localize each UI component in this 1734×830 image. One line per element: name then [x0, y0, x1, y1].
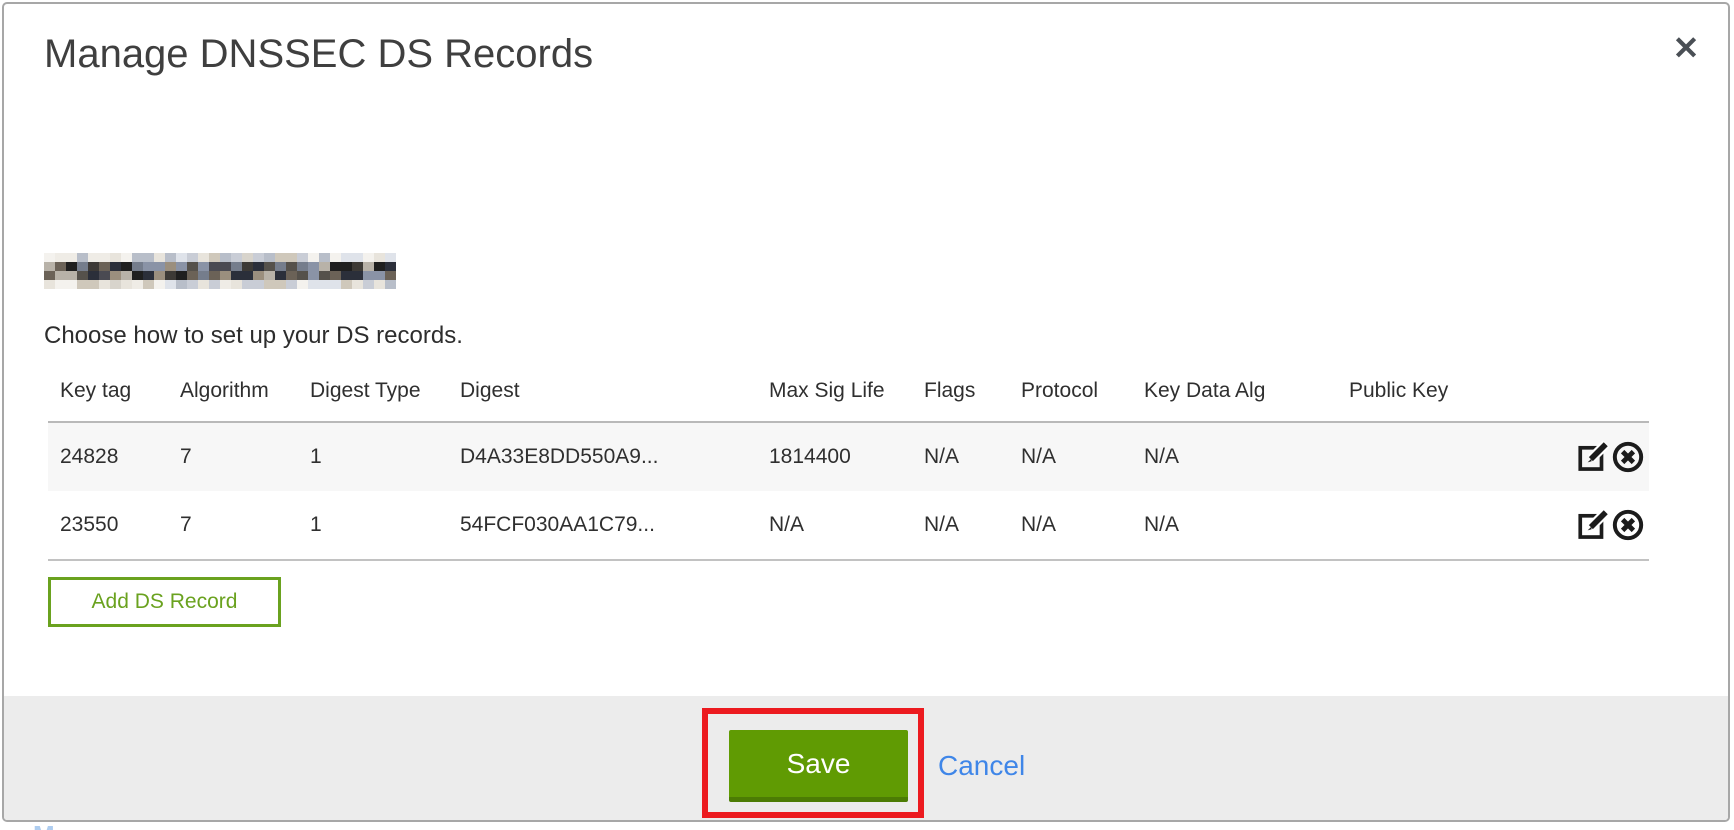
- cell-digest-type: 1: [298, 422, 448, 491]
- cell-digest: D4A33E8DD550A9...: [448, 422, 757, 491]
- instruction-text: Choose how to set up your DS records.: [44, 322, 463, 350]
- col-header-digest-type: Digest Type: [298, 364, 448, 422]
- col-header-max-sig-life: Max Sig Life: [757, 364, 912, 422]
- delete-record-icon[interactable]: [1611, 508, 1645, 542]
- cell-max-sig-life: N/A: [757, 491, 912, 560]
- col-header-digest: Digest: [448, 364, 757, 422]
- cancel-link[interactable]: Cancel: [938, 750, 1025, 782]
- page-title: Manage DNSSEC DS Records: [44, 32, 593, 77]
- save-button[interactable]: Save: [729, 730, 908, 802]
- table-row: 24828 7 1 D4A33E8DD550A9... 1814400 N/A …: [48, 422, 1649, 491]
- cell-public-key: [1337, 422, 1519, 491]
- cell-flags: N/A: [912, 491, 1009, 560]
- dialog-footer: Save Cancel: [4, 696, 1728, 822]
- col-header-key-data-alg: Key Data Alg: [1132, 364, 1337, 422]
- cell-flags: N/A: [912, 422, 1009, 491]
- cell-algorithm: 7: [168, 422, 298, 491]
- table-row: 23550 7 1 54FCF030AA1C79... N/A N/A N/A …: [48, 491, 1649, 560]
- col-header-protocol: Protocol: [1009, 364, 1132, 422]
- cell-max-sig-life: 1814400: [757, 422, 912, 491]
- redacted-domain: [44, 253, 396, 289]
- cell-public-key: [1337, 491, 1519, 560]
- cell-key-data-alg: N/A: [1132, 491, 1337, 560]
- cell-protocol: N/A: [1009, 422, 1132, 491]
- dnssec-ds-records-dialog: Manage DNSSEC DS Records ✕ Choose how to…: [2, 2, 1730, 822]
- add-ds-record-button[interactable]: Add DS Record: [48, 577, 281, 627]
- col-header-actions: [1519, 364, 1649, 422]
- cell-key-data-alg: N/A: [1132, 422, 1337, 491]
- col-header-key-tag: Key tag: [48, 364, 168, 422]
- screen: Manage DNSSEC DS Records ✕ Choose how to…: [0, 0, 1734, 830]
- cell-algorithm: 7: [168, 491, 298, 560]
- cell-protocol: N/A: [1009, 491, 1132, 560]
- cell-digest-type: 1: [298, 491, 448, 560]
- close-icon[interactable]: ✕: [1664, 26, 1708, 70]
- cell-key-tag: 23550: [48, 491, 168, 560]
- col-header-public-key: Public Key: [1337, 364, 1519, 422]
- edit-record-icon[interactable]: [1576, 508, 1610, 542]
- table-header-row: Key tag Algorithm Digest Type Digest Max…: [48, 364, 1649, 422]
- cell-key-tag: 24828: [48, 422, 168, 491]
- cell-digest: 54FCF030AA1C79...: [448, 491, 757, 560]
- col-header-algorithm: Algorithm: [168, 364, 298, 422]
- ds-records-table: Key tag Algorithm Digest Type Digest Max…: [48, 364, 1649, 561]
- col-header-flags: Flags: [912, 364, 1009, 422]
- edit-record-icon[interactable]: [1576, 440, 1610, 474]
- background-page-peek: M: [33, 822, 73, 830]
- delete-record-icon[interactable]: [1611, 440, 1645, 474]
